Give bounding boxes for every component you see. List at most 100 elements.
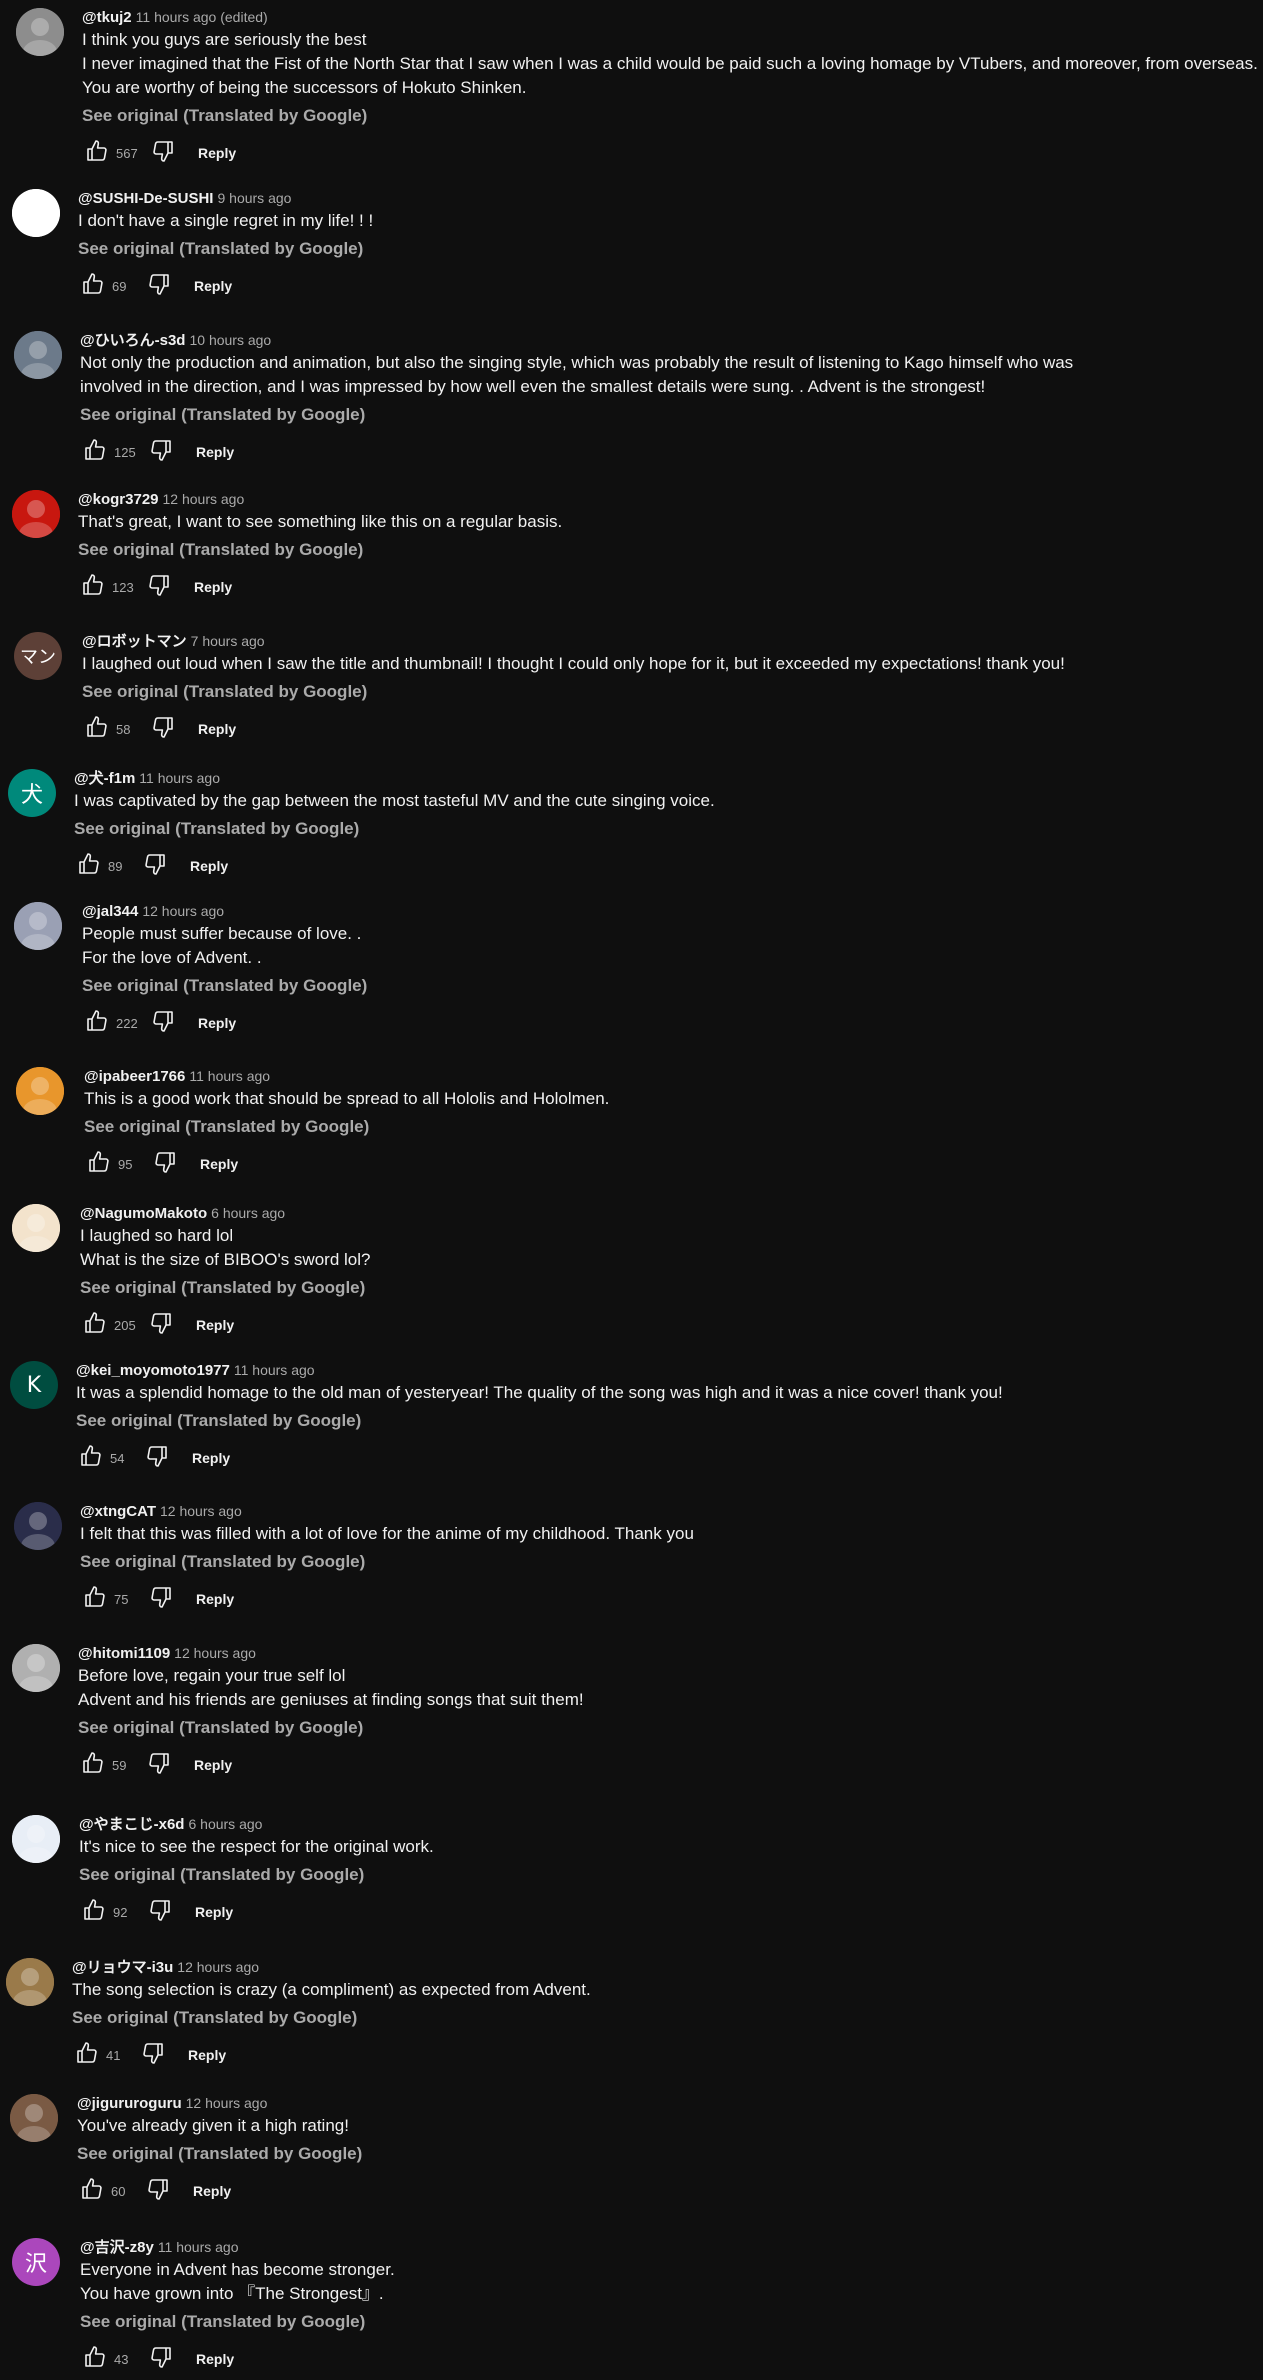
author-name[interactable]: @kogr3729 [78, 491, 159, 508]
reply-button[interactable]: Reply [191, 1900, 237, 1924]
comment-timestamp[interactable]: 9 hours ago [217, 190, 291, 206]
comment-timestamp[interactable]: 12 hours ago [142, 903, 224, 919]
dislike-button[interactable] [144, 271, 174, 301]
like-button[interactable] [78, 1750, 108, 1780]
comment-timestamp[interactable]: 11 hours ago [189, 1068, 270, 1084]
see-original-link[interactable]: See original (Translated by Google) [77, 2142, 1253, 2166]
reply-button[interactable]: Reply [186, 854, 232, 878]
comment-timestamp[interactable]: 11 hours ago [158, 2239, 239, 2255]
see-original-link[interactable]: See original (Translated by Google) [76, 1409, 1253, 1433]
see-original-link[interactable]: See original (Translated by Google) [74, 817, 1253, 841]
reply-button[interactable]: Reply [192, 1587, 238, 1611]
like-button[interactable] [80, 437, 110, 467]
reply-button[interactable]: Reply [184, 2043, 230, 2067]
comment-timestamp[interactable]: 12 hours ago [177, 1959, 259, 1975]
reply-button[interactable]: Reply [188, 1446, 234, 1470]
like-button[interactable] [78, 572, 108, 602]
dislike-button[interactable] [143, 2176, 173, 2206]
reply-button[interactable]: Reply [194, 1011, 240, 1035]
avatar[interactable] [16, 1067, 64, 1115]
reply-button[interactable]: Reply [196, 1152, 242, 1176]
reply-button[interactable]: Reply [192, 1313, 238, 1337]
author-name[interactable]: @kei_moyomoto1977 [76, 1362, 230, 1379]
author-name[interactable]: @jal344 [82, 903, 138, 920]
dislike-button[interactable] [138, 2040, 168, 2070]
author-name[interactable]: @jigururoguru [77, 2095, 182, 2112]
dislike-button[interactable] [150, 1149, 180, 1179]
see-original-link[interactable]: See original (Translated by Google) [80, 1550, 1253, 1574]
comment-timestamp[interactable]: 12 hours ago [163, 491, 245, 507]
dislike-button[interactable] [146, 1584, 176, 1614]
see-original-link[interactable]: See original (Translated by Google) [82, 104, 1253, 128]
author-name[interactable]: @NagumoMakoto [80, 1205, 207, 1222]
like-button[interactable] [72, 2040, 102, 2070]
avatar[interactable] [12, 490, 60, 538]
see-original-link[interactable]: See original (Translated by Google) [80, 1276, 1253, 1300]
author-name[interactable]: @ipabeer1766 [84, 1068, 185, 1085]
avatar[interactable]: K [10, 1361, 58, 1409]
comment-timestamp[interactable]: 10 hours ago [189, 332, 271, 348]
see-original-link[interactable]: See original (Translated by Google) [84, 1115, 1253, 1139]
like-button[interactable] [82, 138, 112, 168]
comment-timestamp[interactable]: 11 hours ago [234, 1362, 315, 1378]
reply-button[interactable]: Reply [192, 440, 238, 464]
see-original-link[interactable]: See original (Translated by Google) [78, 237, 1253, 261]
comment-timestamp[interactable]: 12 hours ago [186, 2095, 268, 2111]
see-original-link[interactable]: See original (Translated by Google) [80, 403, 1253, 427]
avatar[interactable] [14, 331, 62, 379]
see-original-link[interactable]: See original (Translated by Google) [82, 974, 1253, 998]
comment-timestamp[interactable]: 6 hours ago [188, 1816, 262, 1832]
dislike-button[interactable] [145, 1897, 175, 1927]
comment-timestamp[interactable]: 11 hours ago [139, 770, 220, 786]
avatar[interactable] [14, 902, 62, 950]
dislike-button[interactable] [140, 851, 170, 881]
reply-button[interactable]: Reply [190, 274, 236, 298]
author-name[interactable]: @やまこじ-x6d [79, 1816, 184, 1833]
avatar[interactable] [14, 1502, 62, 1550]
avatar[interactable] [16, 8, 64, 56]
reply-button[interactable]: Reply [194, 141, 240, 165]
see-original-link[interactable]: See original (Translated by Google) [80, 2310, 1253, 2334]
like-button[interactable] [80, 1584, 110, 1614]
author-name[interactable]: @tkuj2 [82, 9, 132, 26]
comment-timestamp[interactable]: 12 hours ago [160, 1503, 242, 1519]
reply-button[interactable]: Reply [194, 717, 240, 741]
like-button[interactable] [80, 2344, 110, 2374]
avatar[interactable] [12, 1815, 60, 1863]
comment-timestamp[interactable]: 6 hours ago [211, 1205, 285, 1221]
dislike-button[interactable] [148, 714, 178, 744]
see-original-link[interactable]: See original (Translated by Google) [82, 680, 1253, 704]
avatar[interactable] [12, 1644, 60, 1692]
avatar[interactable] [12, 189, 60, 237]
avatar[interactable] [6, 1958, 54, 2006]
like-button[interactable] [79, 1897, 109, 1927]
reply-button[interactable]: Reply [192, 2347, 238, 2371]
reply-button[interactable]: Reply [190, 1753, 236, 1777]
see-original-link[interactable]: See original (Translated by Google) [78, 538, 1253, 562]
comment-timestamp[interactable]: 7 hours ago [191, 633, 265, 649]
avatar[interactable] [12, 1204, 60, 1252]
author-name[interactable]: @リョウマ-i3u [72, 1959, 173, 1976]
avatar[interactable]: 沢 [12, 2238, 60, 2286]
dislike-button[interactable] [144, 1750, 174, 1780]
dislike-button[interactable] [146, 1310, 176, 1340]
avatar[interactable]: 犬 [8, 769, 56, 817]
like-button[interactable] [76, 1443, 106, 1473]
reply-button[interactable]: Reply [190, 575, 236, 599]
avatar[interactable] [10, 2094, 58, 2142]
see-original-link[interactable]: See original (Translated by Google) [79, 1863, 1253, 1887]
like-button[interactable] [84, 1149, 114, 1179]
dislike-button[interactable] [142, 1443, 172, 1473]
dislike-button[interactable] [148, 1008, 178, 1038]
dislike-button[interactable] [148, 138, 178, 168]
author-name[interactable]: @SUSHI-De-SUSHI [78, 190, 213, 207]
dislike-button[interactable] [146, 437, 176, 467]
author-name[interactable]: @ロボットマン [82, 633, 187, 650]
like-button[interactable] [78, 271, 108, 301]
like-button[interactable] [82, 1008, 112, 1038]
author-name[interactable]: @犬-f1m [74, 770, 135, 787]
reply-button[interactable]: Reply [189, 2179, 235, 2203]
like-button[interactable] [77, 2176, 107, 2206]
avatar[interactable]: マン [14, 632, 62, 680]
see-original-link[interactable]: See original (Translated by Google) [72, 2006, 1253, 2030]
